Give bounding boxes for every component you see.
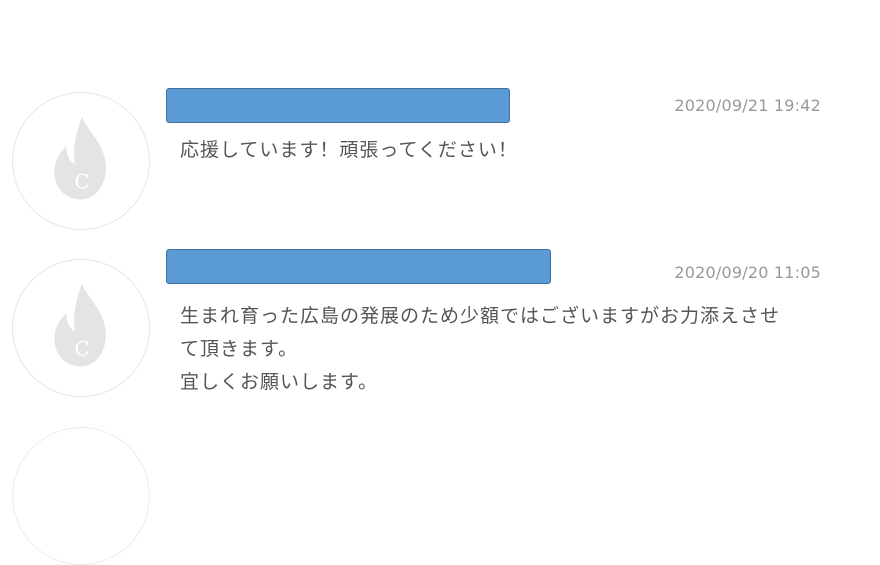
comment-timestamp: 2020/09/20 11:05 [674, 263, 821, 282]
avatar: C [12, 92, 150, 230]
message-line: 宜しくお願いします。 [180, 371, 379, 393]
avatar [12, 427, 150, 565]
comment-message: 応援しています！頑張ってください！ [180, 134, 830, 167]
svg-text:C: C [74, 338, 89, 361]
flame-c-icon: C [54, 116, 106, 200]
avatar: C [12, 259, 150, 397]
flame-c-icon: C [54, 283, 106, 367]
message-line: 応援しています！頑張ってください！ [180, 139, 518, 161]
svg-text:C: C [74, 171, 89, 194]
comment-message: 生まれ育った広島の発展のため少額ではございますがお力添えさせ て頂きます。 宜し… [180, 300, 830, 399]
commenter-name-redacted [166, 249, 551, 284]
message-line: て頂きます。 [180, 338, 299, 360]
commenter-name-redacted [166, 88, 510, 123]
message-line: 生まれ育った広島の発展のため少額ではございますがお力添えさせ [180, 305, 781, 327]
comment-timestamp: 2020/09/21 19:42 [674, 96, 821, 115]
